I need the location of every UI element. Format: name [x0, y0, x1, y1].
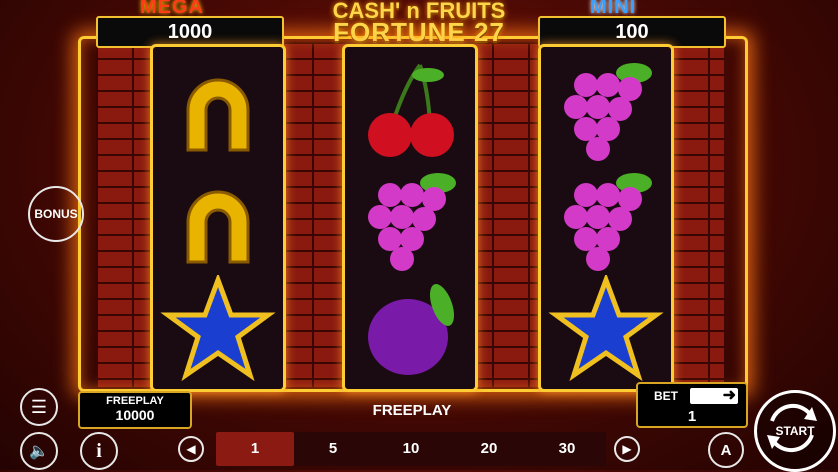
- autoplay-label: A: [720, 441, 732, 459]
- bonus-button[interactable]: BONUS: [28, 186, 84, 242]
- horseshoe-icon: [186, 78, 250, 152]
- plum-icon: [368, 284, 455, 375]
- grapes-icon: [368, 173, 456, 271]
- cherries-icon: [368, 63, 454, 157]
- menu-button[interactable]: ☰: [20, 388, 58, 426]
- freeplay-panel: FREEPLAY 10000: [78, 391, 192, 429]
- info-button[interactable]: i: [80, 432, 118, 470]
- chevron-right-icon: ▶: [622, 442, 632, 456]
- start-button[interactable]: START: [754, 390, 836, 472]
- bet-option-1[interactable]: 1: [216, 432, 294, 466]
- blue-star-icon: [160, 275, 276, 382]
- reel-2: [342, 44, 478, 392]
- freeplay-label: FREEPLAY: [106, 395, 164, 407]
- arrow-right-icon: ➜: [722, 387, 736, 404]
- bet-option-30[interactable]: 30: [528, 432, 606, 466]
- bet-selector: ◀ 1 5 10 20 30 ▶: [172, 432, 654, 466]
- bet-prev-button[interactable]: ◀: [178, 436, 204, 462]
- autoplay-button[interactable]: A: [708, 432, 744, 468]
- blue-star-icon: [548, 275, 664, 382]
- grapes-icon: [564, 63, 652, 161]
- bet-panel[interactable]: BET ➜ 1: [636, 382, 748, 428]
- info-icon: i: [96, 439, 102, 462]
- speaker-icon: 🔈: [29, 443, 49, 460]
- status-text: FREEPLAY: [372, 402, 452, 419]
- reel-1: [150, 44, 286, 392]
- bet-option-20[interactable]: 20: [450, 432, 528, 466]
- bet-value: 1: [687, 408, 697, 425]
- bonus-label: BONUS: [34, 207, 78, 221]
- menu-icon: ☰: [30, 397, 48, 417]
- chevron-left-icon: ◀: [186, 442, 196, 456]
- bet-arrow-toggle[interactable]: ➜: [690, 387, 738, 404]
- bet-option-10[interactable]: 10: [372, 432, 450, 466]
- bet-option-5[interactable]: 5: [294, 432, 372, 466]
- start-label: START: [775, 424, 815, 438]
- reel-3: [538, 44, 674, 392]
- grapes-icon: [564, 173, 652, 271]
- freeplay-value: 10000: [115, 407, 155, 423]
- horseshoe-icon: [186, 190, 250, 264]
- sound-button[interactable]: 🔈: [20, 432, 58, 470]
- bet-label: BET: [654, 389, 678, 403]
- bet-next-button[interactable]: ▶: [614, 436, 640, 462]
